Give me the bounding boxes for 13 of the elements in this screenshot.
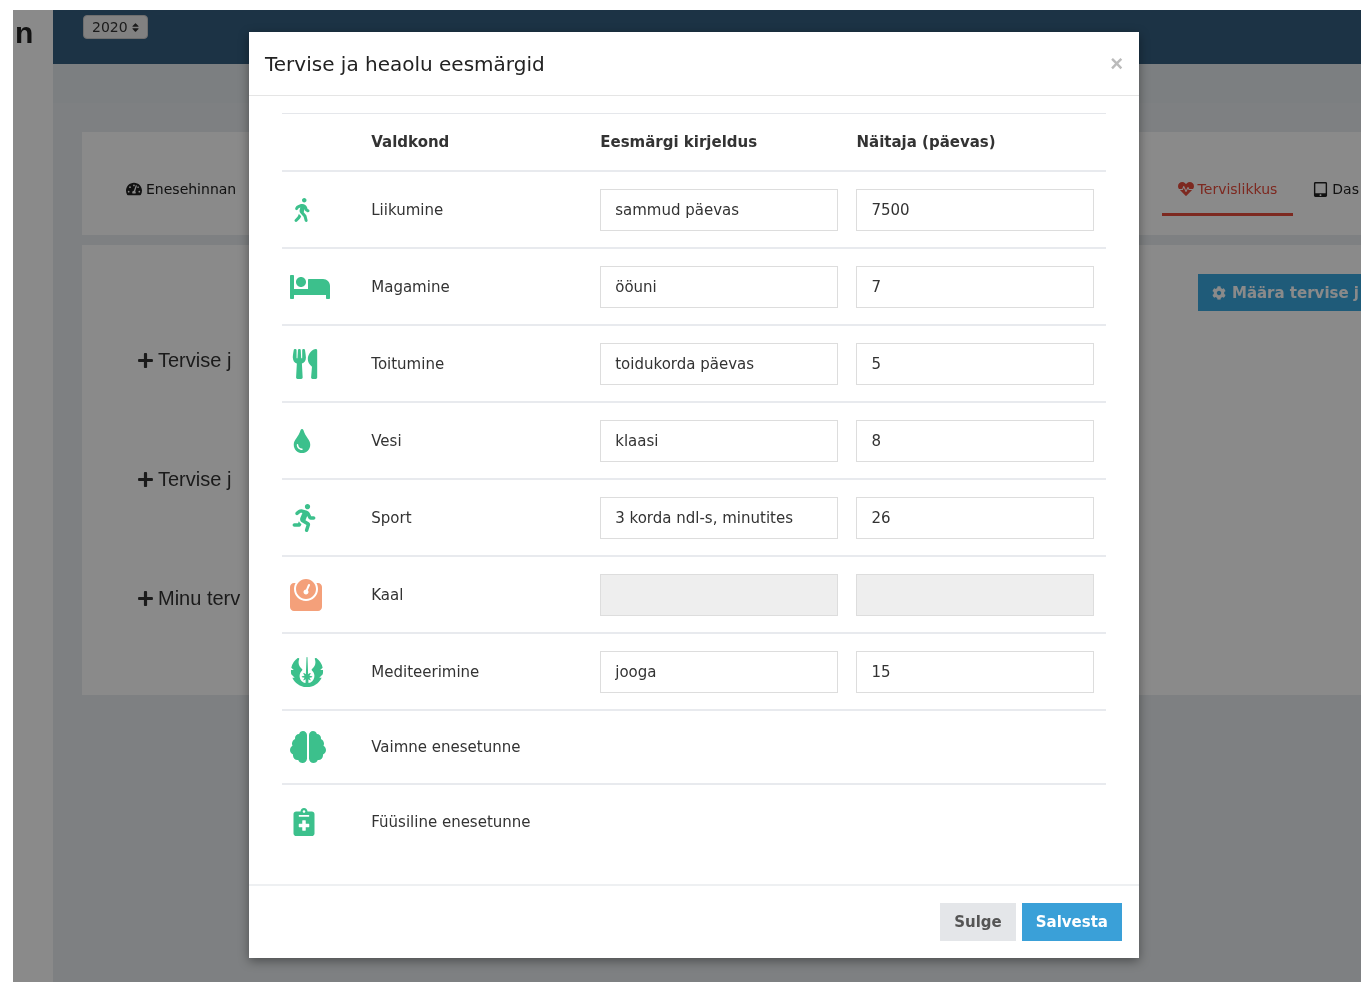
area-label: Kaal (371, 585, 404, 604)
area-label: Mediteerimine (371, 662, 480, 681)
area-label: Magamine (371, 277, 450, 296)
column-header: Eesmärgi kirjeldus (600, 133, 758, 151)
column-header: Näitaja (päevas) (856, 133, 996, 151)
area-label: Sport (371, 508, 412, 527)
column-header: Valdkond (371, 133, 450, 151)
area-label: Toitumine (371, 354, 445, 373)
dialog-title: Tervise ja heaolu eesmärgid (265, 51, 545, 76)
area-label: Vaimne enesetunne (371, 738, 521, 756)
area-label: Vesi (371, 431, 402, 450)
area-label: Füüsiline enesetunne (371, 812, 531, 831)
area-label: Liikumine (371, 200, 444, 219)
